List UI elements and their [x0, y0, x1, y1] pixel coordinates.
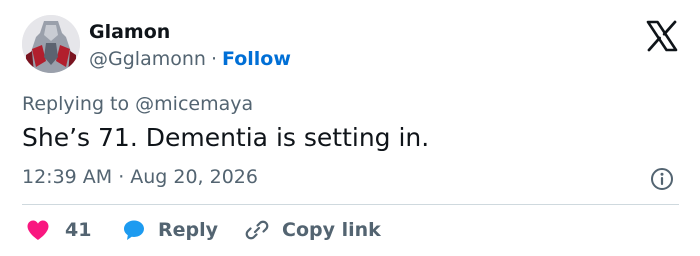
tweet-embed: Glamon @Gglamonn · Follow Replying to @mic…: [0, 0, 700, 256]
reply-button[interactable]: Reply: [122, 215, 218, 245]
heart-icon: [27, 220, 49, 240]
author-name[interactable]: Glamon: [89, 21, 170, 43]
reply-context: Replying to @micemaya: [22, 93, 254, 115]
like-count: 41: [65, 219, 92, 241]
info-icon[interactable]: [650, 167, 674, 191]
link-icon: [245, 220, 269, 240]
handle-line: @Gglamonn · Follow: [89, 48, 291, 70]
x-logo-icon[interactable]: [645, 19, 679, 53]
handle-separator: ·: [210, 48, 217, 70]
action-bar: 41 Reply Copy link: [22, 215, 679, 245]
follow-button[interactable]: Follow: [222, 48, 291, 70]
reply-label: Reply: [158, 219, 219, 241]
speech-bubble-icon: [124, 220, 144, 240]
author-handle[interactable]: @Gglamonn: [89, 48, 206, 70]
copy-link-label: Copy link: [282, 219, 381, 241]
copy-link-button[interactable]: Copy link: [244, 215, 381, 245]
timestamp[interactable]: 12:39 AM · Aug 20, 2026: [22, 166, 258, 188]
tweet-text: She’s 71. Dementia is setting in.: [22, 123, 430, 152]
timestamp-date[interactable]: Aug 20, 2026: [130, 166, 258, 188]
timestamp-time[interactable]: 12:39 AM: [22, 166, 112, 188]
avatar-image: [22, 15, 80, 73]
timestamp-separator: ·: [118, 166, 125, 188]
like-button[interactable]: 41: [26, 215, 91, 245]
avatar[interactable]: [22, 15, 80, 73]
divider: [22, 204, 679, 205]
